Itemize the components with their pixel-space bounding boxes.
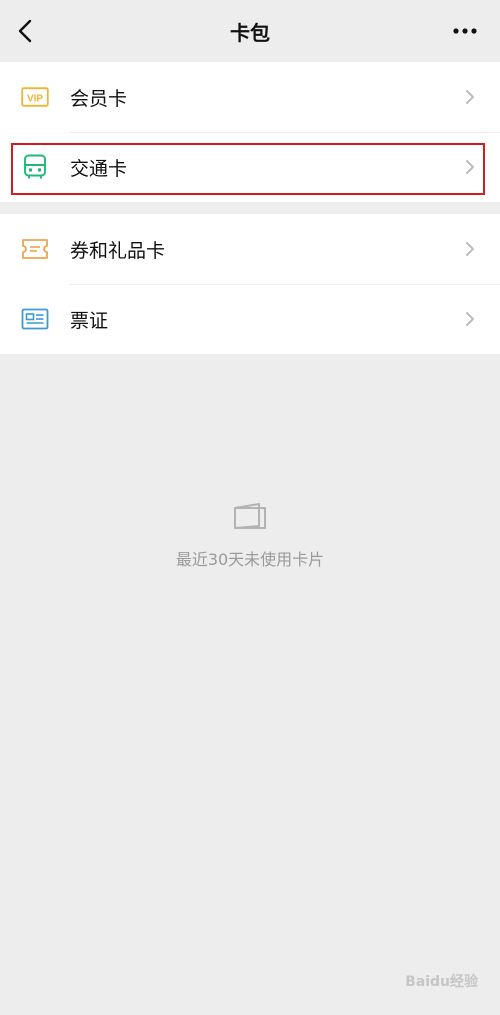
wallet-icon — [234, 503, 266, 529]
chevron-right-icon — [466, 242, 474, 256]
more-options-icon[interactable] — [452, 26, 478, 36]
card-group-2: 券和礼品卡 票证 — [0, 214, 500, 354]
menu-item-coupons-gift-cards[interactable]: 券和礼品卡 — [0, 214, 500, 284]
empty-state: 最近30天未使用卡片 — [0, 500, 500, 570]
svg-text:VIP: VIP — [27, 94, 43, 105]
nav-bar: 卡包 — [0, 0, 500, 62]
menu-item-label: 票证 — [70, 309, 109, 332]
chevron-right-icon — [466, 312, 474, 326]
vip-card-icon: VIP — [21, 83, 49, 111]
menu-item-label: 会员卡 — [70, 87, 128, 110]
menu-item-member-card[interactable]: VIP 会员卡 — [0, 62, 500, 132]
page-title: 卡包 — [230, 20, 270, 45]
coupon-icon — [21, 235, 49, 263]
menu-item-label: 交通卡 — [70, 157, 128, 180]
card-group-1: VIP 会员卡 交通卡 — [0, 62, 500, 202]
id-ticket-icon — [21, 305, 49, 333]
empty-state-text: 最近30天未使用卡片 — [175, 550, 325, 569]
chevron-right-icon — [466, 160, 474, 174]
menu-item-tickets-ids[interactable]: 票证 — [0, 284, 500, 354]
chevron-right-icon — [466, 90, 474, 104]
bus-card-icon — [21, 153, 49, 181]
menu-item-transit-card[interactable]: 交通卡 — [0, 132, 500, 202]
back-arrow-icon[interactable] — [14, 18, 38, 44]
watermark: Baidu经验 — [405, 974, 478, 990]
menu-item-label: 券和礼品卡 — [70, 239, 166, 262]
